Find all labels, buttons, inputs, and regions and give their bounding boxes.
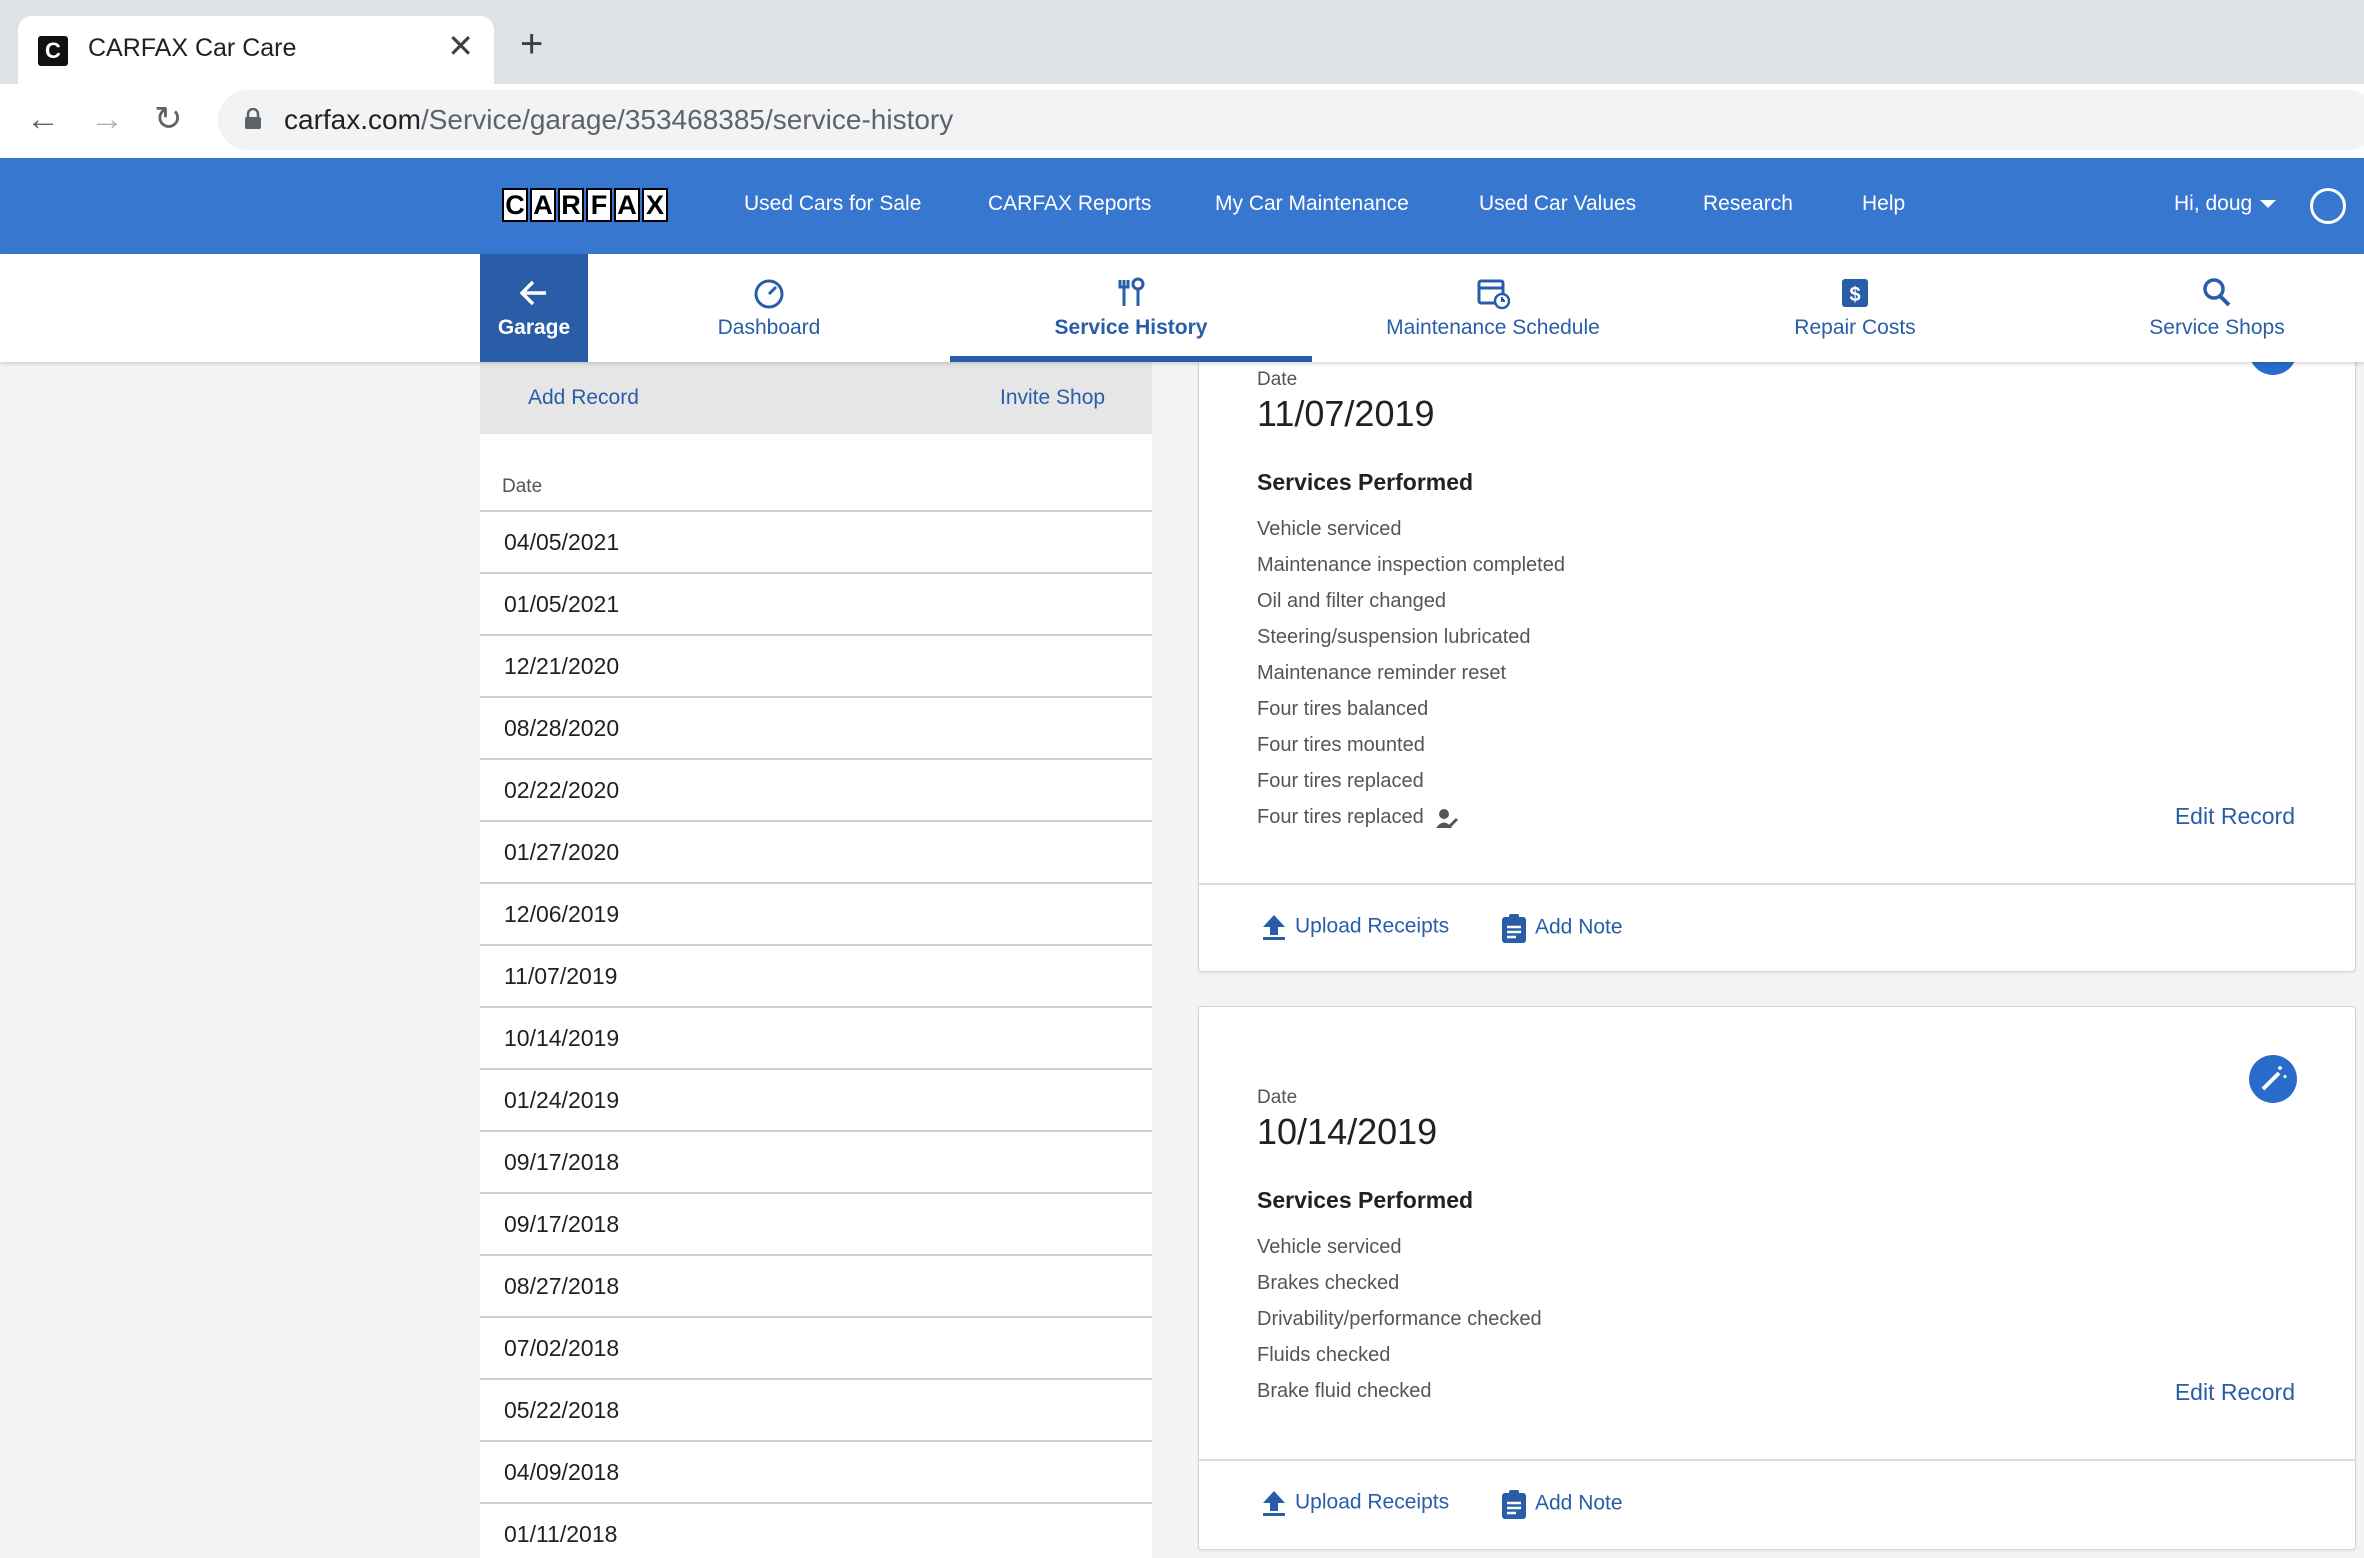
service-item: Drivability/performance checked [1257,1308,1542,1330]
date-list-item[interactable]: 11/07/2019 [480,944,1152,1006]
service-item: Vehicle serviced [1257,518,1402,540]
dollar-icon: $ [1842,279,1868,307]
date-list-item[interactable]: 02/22/2020 [480,758,1152,820]
date-list-item[interactable]: 01/11/2018 [480,1502,1152,1558]
service-item: Maintenance reminder reset [1257,662,1507,684]
svg-text:$: $ [1849,284,1860,306]
clipboard-icon [1502,1490,1526,1519]
search-icon [2203,278,2231,307]
nav-carfax-reports[interactable]: CARFAX Reports [988,192,1151,216]
service-item: Four tires mounted [1257,734,1425,756]
garage-back-button[interactable]: Garage [480,254,588,362]
nav-help[interactable]: Help [1862,192,1905,216]
record-card-footer: Upload Receipts Add Note [1199,883,2355,971]
tab-maintenance-schedule[interactable]: Maintenance Schedule [1312,254,1674,362]
date-list: 04/05/2021 01/05/2021 12/21/2020 08/28/2… [480,510,1152,1558]
address-bar[interactable]: carfax.com/Service/garage/353468385/serv… [218,90,2364,150]
date-list-item[interactable]: 12/06/2019 [480,882,1152,944]
browser-toolbar: ← → ↻ carfax.com/Service/garage/35346838… [0,84,2364,158]
tab-service-shops[interactable]: Service Shops [2036,254,2364,362]
service-record-card: Date 10/14/2019 Services Performed Vehic… [1198,1006,2356,1550]
user-menu[interactable]: Hi, doug [2174,192,2277,216]
new-tab-icon[interactable]: + [520,24,543,64]
upload-receipts-button[interactable]: Upload Receipts [1261,913,1449,941]
carfax-favicon-icon: C [38,36,68,66]
forward-arrow-icon[interactable]: → [90,102,124,136]
clipboard-icon [1502,914,1526,943]
date-list-item[interactable]: 04/09/2018 [480,1440,1152,1502]
invite-shop-link[interactable]: Invite Shop [1000,386,1105,410]
record-date: 10/14/2019 [1257,1111,1438,1152]
service-item: Fluids checked [1257,1344,1391,1366]
services-list: Vehicle serviced Maintenance inspection … [1257,511,1565,835]
reload-icon[interactable]: ↻ [154,102,183,136]
date-list-item[interactable]: 10/14/2019 [480,1006,1152,1068]
service-item: Four tires replaced [1257,770,1424,792]
date-list-item[interactable]: 08/27/2018 [480,1254,1152,1316]
date-list-item[interactable]: 01/24/2019 [480,1068,1152,1130]
service-item: Brake fluid checked [1257,1380,1432,1402]
nav-used-cars[interactable]: Used Cars for Sale [744,192,921,216]
add-record-link[interactable]: Add Record [528,386,639,410]
services-list: Vehicle serviced Brakes checked Drivabil… [1257,1229,1542,1409]
service-item: Steering/suspension lubricated [1257,626,1531,648]
date-list-item[interactable]: 01/27/2020 [480,820,1152,882]
browser-tabstrip: C CARFAX Car Care ✕ + [0,0,2364,86]
tab-title: CARFAX Car Care [88,34,297,62]
date-column-header: Date [502,476,543,497]
service-item: Vehicle serviced [1257,1236,1402,1258]
service-item: Brakes checked [1257,1272,1400,1294]
url-text: carfax.com/Service/garage/353468385/serv… [284,104,954,135]
date-list-item[interactable]: 09/17/2018 [480,1192,1152,1254]
record-card-footer: Upload Receipts Add Note [1199,1459,2355,1549]
back-arrow-icon[interactable]: ← [26,102,60,136]
edit-record-link[interactable]: Edit Record [2175,1379,2295,1406]
chevron-down-icon [2260,200,2277,209]
add-note-button[interactable]: Add Note [1501,913,1623,943]
service-record-card: Date 11/07/2019 Services Performed Vehic… [1198,330,2356,972]
upload-icon [1263,1491,1285,1516]
date-list-item[interactable]: 12/21/2020 [480,634,1152,696]
nav-my-car-maintenance[interactable]: My Car Maintenance [1215,192,1409,216]
speedometer-icon [754,279,784,309]
record-date-label: Date [1257,1087,1298,1108]
record-date-label: Date [1257,369,1298,390]
service-item: Maintenance inspection completed [1257,554,1565,576]
services-performed-heading: Services Performed [1257,469,1474,495]
service-subnav: Garage Dashboard Service History Mainten… [0,254,2364,362]
tab-repair-costs[interactable]: $ Repair Costs [1674,254,2036,362]
record-actions-bar: Add Record Invite Shop [480,362,1152,434]
nav-used-car-values[interactable]: Used Car Values [1479,192,1636,216]
date-list-item[interactable]: 01/05/2021 [480,572,1152,634]
lock-icon [245,108,261,129]
tab-service-history[interactable]: Service History [950,254,1312,362]
date-list-item[interactable]: 09/17/2018 [480,1130,1152,1192]
record-date: 11/07/2019 [1257,393,1435,434]
date-list-item[interactable]: 04/05/2021 [480,510,1152,572]
tab-dashboard[interactable]: Dashboard [588,254,950,362]
browser-tab[interactable]: C CARFAX Car Care ✕ [18,16,494,86]
service-date-panel: Add Record Invite Shop Date 04/05/2021 0… [480,362,1152,1558]
nav-research[interactable]: Research [1703,192,1793,216]
close-tab-icon[interactable]: ✕ [447,30,474,62]
user-edit-icon [1436,808,1459,828]
carfax-logo[interactable]: C A R F A X [502,188,670,224]
service-item: Four tires balanced [1257,698,1429,720]
site-header: C A R F A X Used Cars for Sale CARFAX Re… [0,158,2364,254]
date-list-item[interactable]: 08/28/2020 [480,696,1152,758]
date-list-item[interactable]: 05/22/2018 [480,1378,1152,1440]
calendar-clock-icon [1477,279,1510,310]
service-item: Four tires replaced [1257,799,1565,835]
add-note-button[interactable]: Add Note [1501,1489,1623,1519]
upload-icon [1263,915,1285,940]
avatar-icon[interactable] [2310,188,2346,224]
back-arrow-icon [519,280,546,306]
service-item: Oil and filter changed [1257,590,1447,612]
services-performed-heading: Services Performed [1257,1187,1474,1213]
edit-record-link[interactable]: Edit Record [2175,803,2295,830]
magic-wand-icon[interactable] [2249,1055,2297,1103]
tools-icon [1118,277,1145,306]
date-list-item[interactable]: 07/02/2018 [480,1316,1152,1378]
upload-receipts-button[interactable]: Upload Receipts [1261,1489,1449,1517]
